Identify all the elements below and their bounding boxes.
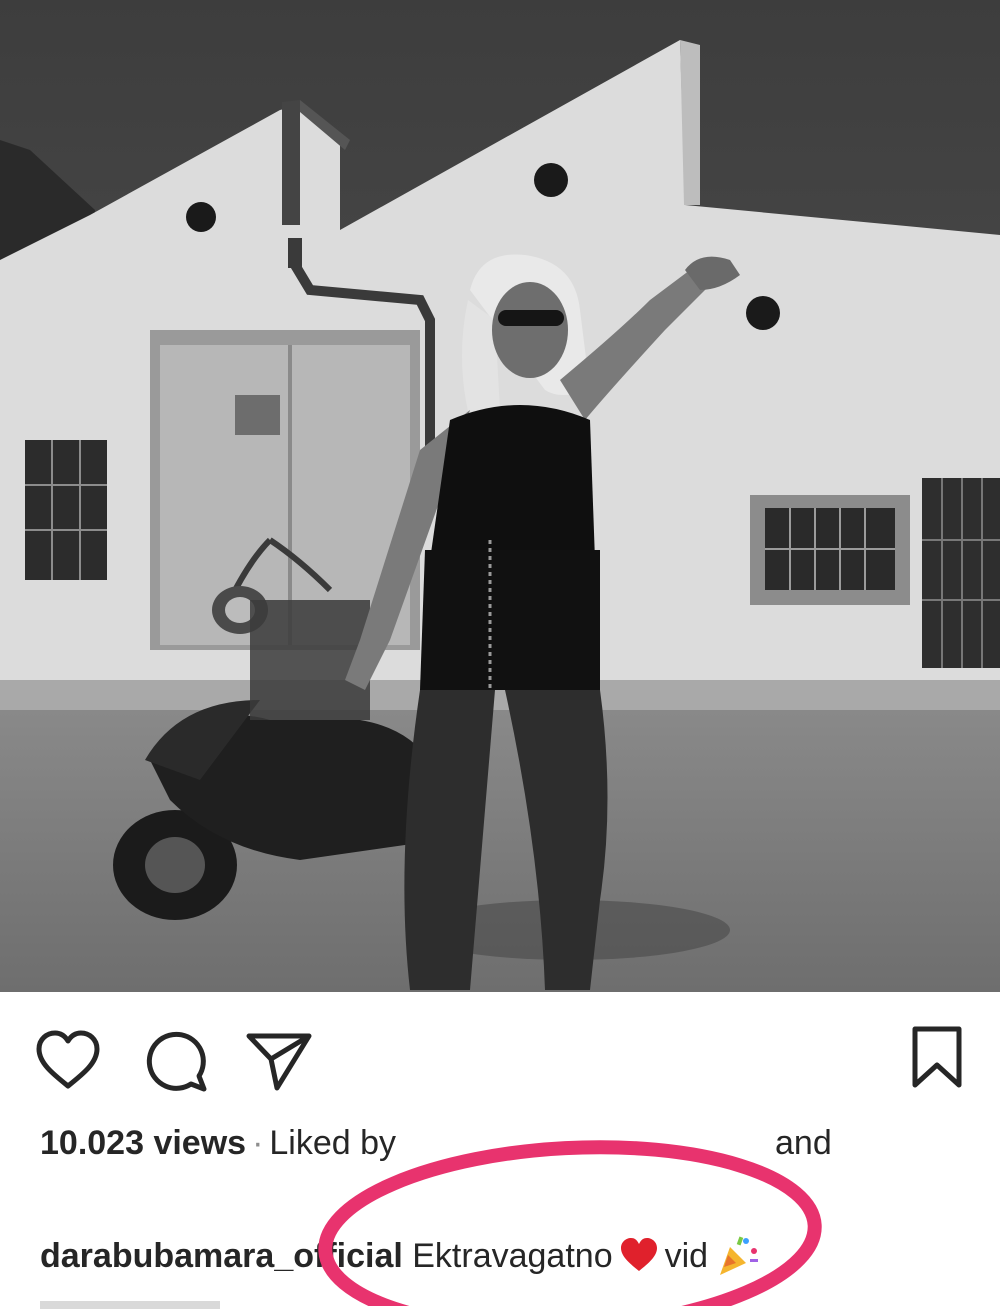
stats-separator: · xyxy=(252,1124,264,1162)
caption-text: Ektravagatno xyxy=(412,1237,613,1275)
and-label: and xyxy=(775,1124,832,1162)
like-button[interactable] xyxy=(33,1026,103,1096)
share-button[interactable] xyxy=(243,1026,313,1096)
comment-button[interactable] xyxy=(141,1026,211,1096)
red-heart-emoji-icon xyxy=(620,1238,657,1271)
caption-tail: vid xyxy=(664,1237,709,1275)
party-popper-emoji-icon xyxy=(720,1236,759,1275)
paper-plane-icon xyxy=(246,1033,312,1091)
save-button[interactable] xyxy=(905,1025,969,1089)
post-caption: darabubamara_official Ektravagatno vid xyxy=(40,1233,960,1279)
username-link[interactable]: darabubamara_official xyxy=(40,1237,403,1275)
heart-outline-icon xyxy=(36,1030,100,1089)
bookmark-icon xyxy=(912,1026,962,1088)
next-comment-line xyxy=(40,1296,220,1309)
liked-by-label: Liked by xyxy=(269,1124,397,1162)
post-video[interactable] xyxy=(0,0,1000,992)
comment-bubble-icon xyxy=(146,1031,207,1092)
view-count[interactable]: 10.023 views xyxy=(40,1124,246,1162)
